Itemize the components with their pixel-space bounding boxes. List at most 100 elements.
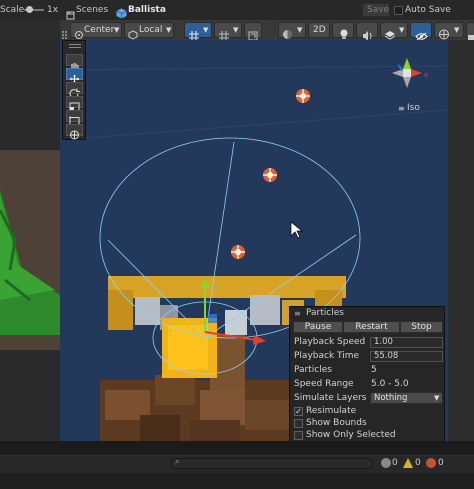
scale-slider[interactable]: [24, 6, 44, 13]
rotate-tool-button[interactable]: [66, 82, 83, 99]
resimulate-label: Resimulate: [306, 406, 357, 416]
warning-count: 0: [415, 458, 421, 468]
center-pivot-icon: [74, 25, 84, 39]
pivot-rotation-label: Local: [139, 25, 163, 35]
drag-handle-icon: [62, 25, 68, 39]
scale-value: 1x: [47, 5, 59, 15]
grid-snap-icon: [189, 26, 199, 41]
scene-visibility-toggle[interactable]: [410, 22, 432, 41]
particles-overlay-panel: ≡ Particles Pause Restart Stop Playback …: [289, 306, 445, 442]
simulate-layers-value: Nothing: [374, 393, 408, 403]
chevron-down-icon: ▼: [434, 394, 440, 402]
show-only-selected-checkbox[interactable]: [294, 431, 303, 440]
scale-tool-button[interactable]: [66, 96, 83, 112]
draw-mode-dropdown[interactable]: ▼: [278, 22, 306, 39]
auto-save-label: Auto Save: [405, 5, 451, 15]
grid-snap-button[interactable]: ▼: [184, 22, 212, 41]
pivot-mode-dropdown[interactable]: Center ▼: [70, 22, 122, 39]
shaded-sphere-icon: [282, 25, 293, 39]
move-tool-button[interactable]: [66, 68, 83, 84]
orientation-gizmo: x: [392, 58, 428, 88]
resimulate-checkbox[interactable]: ✓: [294, 407, 303, 416]
console-search-input[interactable]: ⌕: [170, 457, 373, 469]
lightbulb-icon: [339, 25, 349, 39]
svg-text:x: x: [424, 71, 428, 79]
particles-count-value: 5: [371, 365, 377, 375]
console-toolbar: ⌕ 0 0 0: [0, 453, 474, 474]
chevron-down-icon: ▼: [454, 26, 460, 34]
snap-increment-button[interactable]: [244, 22, 262, 41]
playback-speed-label: Playback Speed: [294, 337, 366, 347]
chevron-down-icon: ▼: [233, 26, 239, 34]
game-view-panel: [0, 20, 60, 441]
speed-range-label: Speed Range: [294, 379, 354, 389]
auto-save-checkbox[interactable]: [394, 6, 403, 15]
particles-title: Particles: [306, 308, 344, 318]
info-icon[interactable]: [381, 458, 391, 468]
tools-drag-handle[interactable]: [69, 44, 81, 48]
show-only-selected-label: Show Only Selected: [306, 430, 396, 440]
simulate-layers-dropdown[interactable]: Nothing ▼: [370, 392, 443, 404]
game-view-image: [0, 40, 60, 441]
camera-settings-button[interactable]: [466, 22, 474, 41]
chevron-down-icon: ▼: [399, 26, 405, 34]
error-icon[interactable]: [426, 458, 436, 468]
tools-overlay: [62, 40, 86, 140]
panel-divider: [0, 441, 474, 453]
grid-icon: [219, 26, 229, 41]
status-bar: [0, 473, 474, 489]
toggle-2d-label: 2D: [313, 25, 326, 35]
scenes-tab[interactable]: Scenes: [76, 0, 108, 20]
toggle-2d-button[interactable]: 2D: [308, 22, 330, 38]
mouse-cursor: [290, 221, 303, 239]
scene-view-toolbar: Center ▼ Local ▼ ▼ ▼ ▼ 2D ▼ ▼: [60, 20, 474, 41]
pause-button[interactable]: Pause: [293, 321, 343, 333]
pivot-rotation-dropdown[interactable]: Local ▼: [124, 22, 174, 40]
effects-layers-icon: [384, 25, 396, 40]
hand-tool-button[interactable]: [66, 54, 83, 69]
warning-icon[interactable]: [403, 458, 413, 468]
scenes-tab-icon: [66, 5, 75, 20]
show-bounds-checkbox[interactable]: [294, 419, 303, 428]
save-button-label: Save: [367, 5, 390, 15]
camera-icon: [468, 27, 474, 41]
particles-drag-handle-icon[interactable]: ≡: [294, 309, 301, 318]
pivot-mode-label: Center: [84, 25, 115, 35]
snap-icon: [248, 26, 258, 41]
effects-dropdown[interactable]: ▼: [380, 22, 408, 40]
grid-visibility-button[interactable]: ▼: [214, 22, 242, 41]
prefab-cube-icon: [116, 4, 127, 19]
error-count: 0: [438, 458, 444, 468]
speed-range-value: 5.0 - 5.0: [371, 379, 409, 389]
speaker-icon: [362, 26, 373, 41]
audio-toggle[interactable]: [356, 22, 378, 41]
top-toolbar: Scale 1x Scenes Ballista Save Auto Save: [0, 0, 474, 21]
chevron-down-icon: ▼: [297, 26, 303, 34]
rect-tool-button[interactable]: [66, 110, 83, 126]
lighting-toggle[interactable]: [332, 22, 354, 39]
projection-label[interactable]: Iso: [407, 103, 420, 113]
playback-speed-field[interactable]: 1.00: [370, 337, 443, 348]
restart-button[interactable]: Restart: [343, 321, 400, 333]
chevron-down-icon: ▼: [203, 26, 209, 34]
overlay-side-strip: [448, 40, 474, 441]
gizmos-icon: [438, 25, 450, 40]
playback-time-label: Playback Time: [294, 351, 360, 361]
scale-label: Scale: [0, 5, 25, 15]
dirt-voxels: [100, 375, 310, 441]
search-icon: ⌕: [175, 457, 180, 466]
transform-tool-button[interactable]: [66, 124, 83, 140]
chevron-down-icon: ▼: [114, 26, 120, 34]
projection-icon: ≡: [398, 104, 405, 113]
stop-button[interactable]: Stop: [400, 321, 443, 333]
gizmos-dropdown[interactable]: ▼: [434, 22, 464, 40]
particles-count-label: Particles: [294, 365, 332, 375]
eye-off-icon: [415, 26, 428, 41]
chevron-down-icon: ▼: [166, 26, 172, 34]
save-button[interactable]: Save: [362, 3, 390, 17]
transform-icon: [70, 130, 79, 140]
scene-name: Ballista: [128, 5, 166, 15]
show-bounds-label: Show Bounds: [306, 418, 367, 428]
playback-time-field[interactable]: 55.08: [370, 351, 443, 362]
local-space-icon: [128, 25, 138, 40]
